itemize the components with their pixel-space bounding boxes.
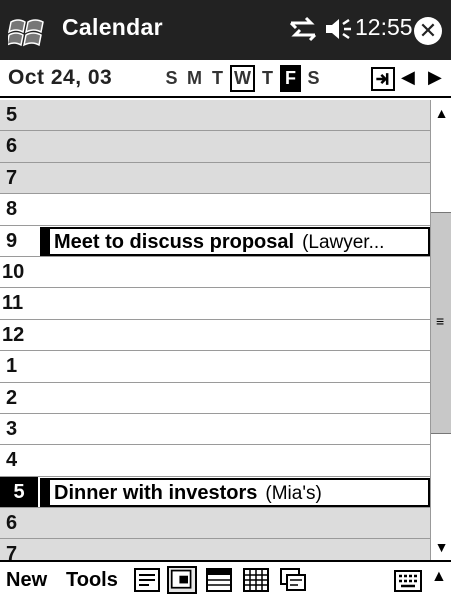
appointment[interactable]: Meet to discuss proposal (Lawyer... bbox=[40, 226, 430, 256]
current-date[interactable]: Oct 24, 03 bbox=[8, 66, 112, 90]
scroll-down-arrow[interactable]: ▼ bbox=[431, 534, 451, 560]
hour-row[interactable]: 2 bbox=[0, 382, 430, 414]
hour-label: 7 bbox=[6, 543, 18, 560]
hour-row[interactable]: 11 bbox=[0, 288, 430, 320]
keyboard-icon[interactable] bbox=[394, 570, 422, 592]
day-view-icon[interactable] bbox=[167, 566, 197, 594]
year-view-icon[interactable] bbox=[278, 566, 308, 594]
agenda-view-icon[interactable] bbox=[132, 566, 162, 594]
previous-week-button[interactable]: ◀ bbox=[401, 67, 415, 88]
appointment[interactable]: Dinner with investors (Mia's) bbox=[40, 477, 430, 507]
title-bar: Calendar 12:55 ✕ bbox=[0, 0, 451, 60]
close-button[interactable]: ✕ bbox=[414, 17, 442, 45]
scrollbar-thumb[interactable]: ≡ bbox=[431, 212, 451, 434]
weekday-selector: SMTWTFS bbox=[161, 65, 324, 92]
hour-label: 2 bbox=[6, 386, 18, 409]
hour-label: 4 bbox=[6, 449, 18, 472]
hour-row[interactable]: 8 bbox=[0, 194, 430, 226]
tools-menu[interactable]: Tools bbox=[66, 569, 118, 592]
vertical-scrollbar[interactable]: ▲ ≡ ▼ bbox=[430, 100, 451, 560]
hour-row[interactable]: 4 bbox=[0, 445, 430, 477]
weekday-1[interactable]: M bbox=[184, 65, 205, 92]
clock[interactable]: 12:55 bbox=[355, 14, 413, 41]
start-windows-flag-icon[interactable] bbox=[8, 14, 48, 50]
appointment-title: Meet to discuss proposal bbox=[54, 230, 295, 253]
hour-row[interactable]: 6 bbox=[0, 131, 430, 163]
weekday-0[interactable]: S bbox=[161, 65, 182, 92]
weekday-3[interactable]: W bbox=[230, 65, 255, 92]
scroll-up-arrow[interactable]: ▲ bbox=[431, 100, 451, 126]
hour-label: 5 bbox=[6, 104, 18, 126]
weekday-5[interactable]: F bbox=[280, 65, 301, 92]
connectivity-icon[interactable] bbox=[287, 15, 319, 43]
input-panel-arrow[interactable]: ▲ bbox=[431, 568, 447, 586]
appointment-location: (Mia's) bbox=[265, 482, 322, 504]
hour-label: 11 bbox=[2, 292, 24, 315]
hour-label: 9 bbox=[6, 229, 18, 252]
hour-label: 5 bbox=[0, 476, 38, 507]
hour-row[interactable]: 5 bbox=[0, 100, 430, 132]
new-menu[interactable]: New bbox=[6, 569, 47, 592]
weekday-6[interactable]: S bbox=[303, 65, 324, 92]
day-view-grid[interactable]: 5 6 7 8 9 Meet to discuss proposal (Lawyer... 1… bbox=[0, 100, 430, 560]
hour-row[interactable]: 9 Meet to discuss proposal (Lawyer... bbox=[0, 225, 430, 257]
hour-label: 7 bbox=[6, 166, 18, 189]
hour-row[interactable]: 6 bbox=[0, 508, 430, 540]
hour-label: 12 bbox=[2, 323, 25, 346]
go-to-today-icon[interactable] bbox=[371, 67, 395, 91]
hour-label: 10 bbox=[2, 260, 25, 283]
date-bar: Oct 24, 03 SMTWTFS ◀ ▶ bbox=[0, 60, 451, 98]
week-view-icon[interactable] bbox=[204, 566, 234, 594]
hour-label: 8 bbox=[6, 198, 18, 221]
speaker-icon[interactable] bbox=[323, 15, 353, 43]
hour-row[interactable]: 12 bbox=[0, 319, 430, 352]
hour-label: 1 bbox=[6, 355, 18, 378]
appointment-location: (Lawyer... bbox=[302, 231, 385, 253]
command-bar: New Tools ▲ bbox=[0, 560, 451, 598]
appointment-title: Dinner with investors bbox=[54, 481, 258, 504]
hour-row[interactable]: 7 bbox=[0, 162, 430, 195]
close-icon: ✕ bbox=[418, 18, 438, 43]
grip-icon: ≡ bbox=[436, 313, 445, 329]
hour-row[interactable]: 3 bbox=[0, 413, 430, 446]
hour-row[interactable]: 5 Dinner with investors (Mia's) bbox=[0, 476, 430, 509]
app-title[interactable]: Calendar bbox=[62, 14, 163, 41]
hour-row[interactable]: 1 bbox=[0, 351, 430, 383]
next-week-button[interactable]: ▶ bbox=[428, 67, 442, 88]
weekday-4[interactable]: T bbox=[257, 65, 278, 92]
hour-label: 6 bbox=[6, 512, 18, 535]
hour-row[interactable]: 10 bbox=[0, 256, 430, 289]
month-view-icon[interactable] bbox=[241, 566, 271, 594]
hour-row[interactable]: 7 bbox=[0, 539, 430, 560]
hour-label: 6 bbox=[6, 135, 18, 158]
hour-label: 3 bbox=[6, 417, 18, 440]
weekday-2[interactable]: T bbox=[207, 65, 228, 92]
